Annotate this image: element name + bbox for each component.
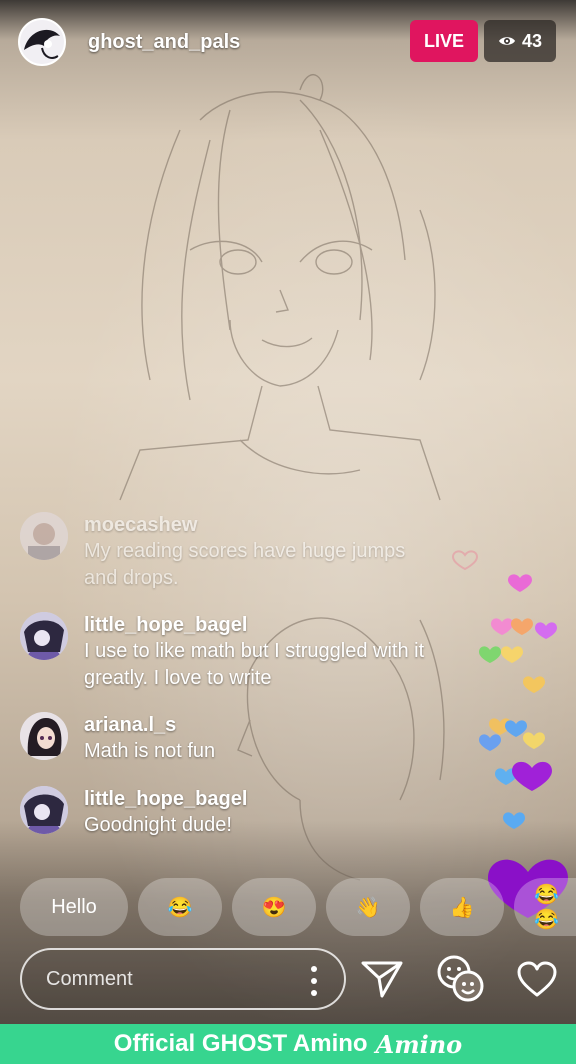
chat-text-line: and drops. (84, 567, 179, 589)
chat-message: little_hope_bagel Goodnight dude! (20, 786, 247, 839)
chat-text-line: My reading scores have huge jumps (84, 540, 406, 562)
user-avatar[interactable] (20, 786, 68, 834)
comment-placeholder: Comment (46, 968, 133, 990)
eye-icon (498, 37, 515, 45)
heart-icon[interactable] (516, 960, 558, 998)
chat-message: moecashew My reading scores have huge ju… (20, 512, 405, 592)
chat-username[interactable]: ariana.l_s (84, 712, 215, 738)
host-avatar[interactable] (18, 18, 66, 66)
chat-message: ariana.l_s Math is not fun (20, 712, 215, 765)
quick-reply-laugh-double[interactable]: 😂😂 (514, 878, 576, 936)
quick-reply-heart-eyes[interactable]: 😍 (232, 878, 316, 936)
quick-reply-thumbs[interactable]: 👍 (420, 878, 504, 936)
chat-message: little_hope_bagel I use to like math but… (20, 612, 424, 692)
quick-reply-wave[interactable]: 👋 (326, 878, 410, 936)
chat-username[interactable]: moecashew (84, 512, 405, 538)
amino-logo-text: Amino (375, 1029, 463, 1059)
chat-text-line: Math is not fun (84, 740, 216, 762)
user-avatar[interactable] (20, 512, 68, 560)
stickers-icon[interactable] (434, 954, 488, 1004)
chat-username[interactable]: little_hope_bagel (84, 786, 247, 812)
chat-text-line: Goodnight dude! (84, 814, 232, 836)
community-name: Official GHOST Amino (113, 1030, 368, 1057)
chat-username[interactable]: little_hope_bagel (84, 612, 424, 638)
comment-input[interactable]: Comment (20, 948, 346, 1010)
viewer-count[interactable]: 43 (484, 20, 556, 62)
more-options-icon[interactable] (310, 964, 318, 998)
host-name[interactable]: ghost_and_pals (88, 31, 240, 54)
host-info[interactable]: ghost_and_pals (18, 18, 240, 66)
quick-reply-laugh[interactable]: 😂 (138, 878, 222, 936)
user-avatar[interactable] (20, 612, 68, 660)
viewer-count-value: 43 (521, 30, 543, 51)
community-banner: Official GHOST Amino Amino (0, 1024, 576, 1064)
user-avatar[interactable] (20, 712, 68, 760)
send-icon[interactable] (360, 958, 404, 1000)
chat-text-line: I use to like math but I struggled with … (84, 640, 425, 662)
floating-hearts (479, 574, 568, 918)
live-badge: LIVE (410, 20, 478, 62)
quick-reply-hello[interactable]: Hello (20, 878, 128, 936)
chat-text-line: greatly. I love to write (84, 667, 272, 689)
